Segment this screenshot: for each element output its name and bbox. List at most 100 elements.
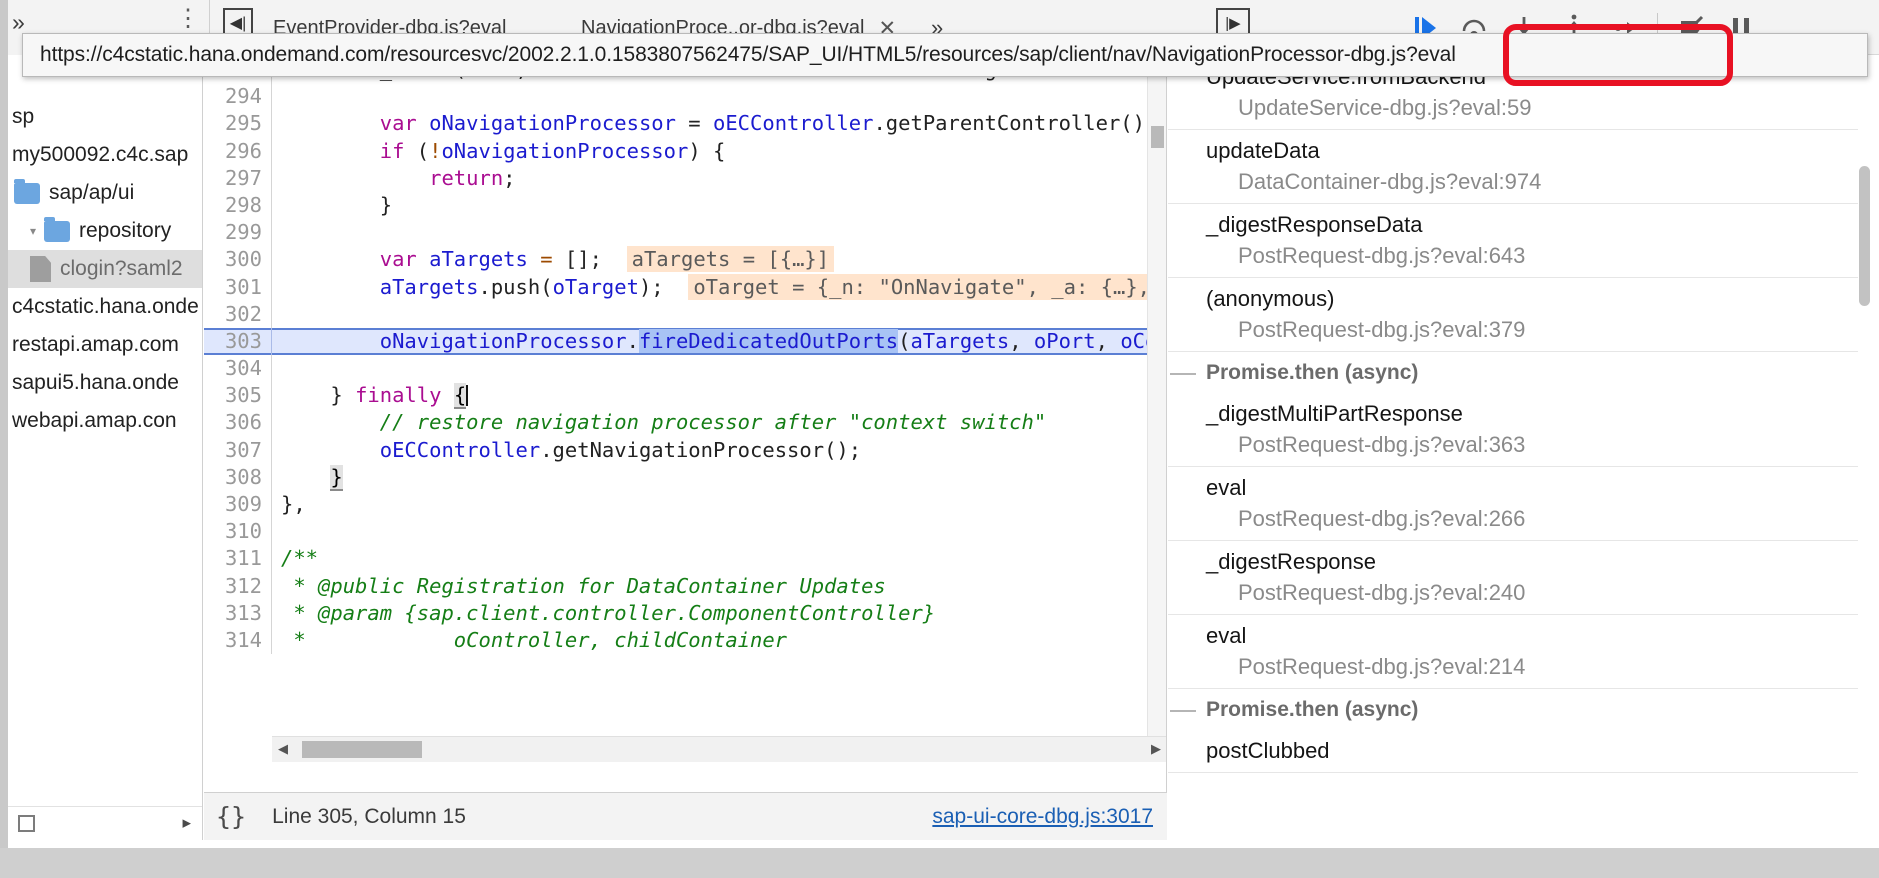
code-text[interactable]: if (!oNavigationProcessor) {	[272, 138, 1166, 165]
navigator-file-tree[interactable]: sp my500092.c4c.sap sap/ap/ui ▾ repository cl…	[8, 56, 203, 840]
code-text[interactable]: } finally {	[272, 382, 1166, 410]
line-number[interactable]: 308	[204, 463, 272, 491]
call-stack-frame[interactable]: updateData DataContainer-dbg.js?eval:974	[1168, 130, 1871, 204]
code-text[interactable]: oNavigationProcessor.fireDedicatedOutPor…	[272, 328, 1166, 355]
code-line[interactable]: 294	[204, 83, 1166, 111]
scroll-right-icon[interactable]: ▶	[1151, 741, 1161, 757]
code-text[interactable]: }	[272, 192, 1166, 219]
sidebar-item[interactable]: ▾ repository	[8, 212, 202, 250]
line-number[interactable]: 299	[204, 219, 272, 247]
code-text[interactable]: * @param {sap.client.controller.Componen…	[272, 600, 1166, 627]
line-number[interactable]: 309	[204, 491, 272, 519]
code-line[interactable]: 311 /**	[204, 545, 1166, 573]
line-number[interactable]: 305	[204, 382, 272, 410]
sidebar-item[interactable]: clogin?saml2	[8, 250, 202, 288]
code-line[interactable]: 300 var aTargets = []; aTargets = [{…}]	[204, 246, 1166, 274]
code-text[interactable]	[272, 219, 1166, 246]
code-line[interactable]: 304	[204, 355, 1166, 383]
code-text[interactable]: /**	[272, 545, 1166, 572]
code-line[interactable]: 310	[204, 518, 1166, 546]
scroll-left-icon[interactable]: ◀	[278, 741, 288, 757]
code-line[interactable]: 297 return;	[204, 164, 1166, 192]
code-line[interactable]: 308 }	[204, 463, 1166, 491]
call-stack-scroll-thumb[interactable]	[1859, 166, 1870, 306]
code-line[interactable]: 296 if (!oNavigationProcessor) {	[204, 137, 1166, 165]
line-number[interactable]: 307	[204, 436, 272, 464]
line-number[interactable]: 310	[204, 518, 272, 546]
code-line[interactable]: 312 * @public Registration for DataConta…	[204, 572, 1166, 600]
chevrons-right-icon[interactable]: »	[12, 8, 25, 36]
code-text[interactable]: },	[272, 491, 1166, 518]
editor-horizontal-scroll-thumb[interactable]	[302, 741, 422, 758]
sidebar-item[interactable]: sap/ap/ui	[8, 174, 202, 212]
code-line[interactable]: 313 * @param {sap.client.controller.Comp…	[204, 599, 1166, 627]
source-code-editor[interactable]: 293 _trace(INFO, "CALLBACK ENTERED " + o…	[204, 56, 1167, 792]
pretty-print-button[interactable]: {}	[216, 802, 246, 831]
code-line[interactable]: 305 } finally {	[204, 382, 1166, 410]
tree-disclosure-icon[interactable]: ▾	[30, 224, 43, 238]
sidebar-item[interactable]: my500092.c4c.sap	[8, 136, 202, 174]
call-stack-frame[interactable]: _digestResponse PostRequest-dbg.js?eval:2…	[1168, 541, 1871, 615]
call-stack-frame[interactable]: eval PostRequest-dbg.js?eval:214	[1168, 615, 1871, 689]
line-number[interactable]: 298	[204, 191, 272, 220]
code-line-current-execution[interactable]: 303 oNavigationProcessor.fireDedicatedOu…	[204, 327, 1166, 356]
code-text[interactable]: * oController, childContainer	[272, 627, 1166, 654]
line-number[interactable]: 314	[204, 626, 272, 655]
line-number[interactable]: 301	[204, 273, 272, 301]
sidebar-item[interactable]: webapi.amap.con	[8, 402, 202, 440]
line-number[interactable]: 312	[204, 572, 272, 600]
call-stack-scrollbar[interactable]	[1858, 56, 1871, 840]
line-number[interactable]: 297	[204, 164, 272, 192]
code-text[interactable]	[272, 518, 1166, 545]
code-line[interactable]: 314 * oController, childContainer	[204, 626, 1166, 655]
editor-vertical-scroll-thumb[interactable]	[1151, 126, 1164, 148]
call-stack-frame[interactable]: postClubbed	[1168, 730, 1871, 773]
code-text[interactable]: aTargets.push(oTarget); oTarget = {_n: "…	[272, 273, 1166, 301]
call-stack-frame-location[interactable]: PostRequest-dbg.js?eval:379	[1206, 314, 1871, 345]
line-number[interactable]: 296	[204, 137, 272, 165]
code-line[interactable]: 299	[204, 219, 1166, 247]
call-stack-frame[interactable]: _digestResponseData PostRequest-dbg.js?ev…	[1168, 204, 1871, 278]
code-line[interactable]: 309},	[204, 491, 1166, 519]
code-text[interactable]: * @public Registration for DataContainer…	[272, 573, 1166, 600]
code-text[interactable]	[272, 83, 1166, 110]
sidebar-item[interactable]: restapi.amap.com	[8, 326, 202, 364]
stop-square-icon[interactable]	[18, 815, 35, 832]
code-line[interactable]: 295 var oNavigationProcessor = oECContro…	[204, 110, 1166, 138]
code-line[interactable]: 298 }	[204, 191, 1166, 220]
sidebar-item[interactable]: sapui5.hana.onde	[8, 364, 202, 402]
chevron-right-icon[interactable]: ▸	[182, 813, 191, 833]
call-stack-panel[interactable]: UpdateService.fromBackendUpdateService-d…	[1168, 56, 1871, 840]
call-stack-frame-location[interactable]: PostRequest-dbg.js?eval:643	[1206, 240, 1871, 271]
call-stack-frame-location[interactable]: UpdateService-dbg.js?eval:59	[1206, 92, 1871, 123]
sidebar-item[interactable]: sp	[8, 98, 202, 136]
line-number[interactable]: 303	[204, 327, 272, 356]
code-text[interactable]: // restore navigation processor after "c…	[272, 409, 1166, 436]
line-number[interactable]: 295	[204, 110, 272, 138]
line-number[interactable]: 304	[204, 355, 272, 383]
call-stack-frame-location[interactable]: PostRequest-dbg.js?eval:363	[1206, 429, 1871, 460]
code-text[interactable]	[272, 355, 1166, 382]
editor-horizontal-scrollbar[interactable]: ◀ ▶	[272, 736, 1166, 762]
code-line[interactable]: 302	[204, 300, 1166, 328]
editor-vertical-scrollbar[interactable]: ▲ ▼	[1147, 56, 1166, 762]
line-number[interactable]: 294	[204, 83, 272, 111]
code-line[interactable]: 301 aTargets.push(oTarget); oTarget = {_…	[204, 273, 1166, 301]
call-stack-frame-location[interactable]: DataContainer-dbg.js?eval:974	[1206, 166, 1871, 197]
line-number[interactable]: 302	[204, 300, 272, 328]
line-number[interactable]: 300	[204, 246, 272, 274]
code-line[interactable]: 306 // restore navigation processor afte…	[204, 409, 1166, 437]
code-line[interactable]: 307 oECController.getNavigationProcessor…	[204, 436, 1166, 464]
line-number[interactable]: 311	[204, 545, 272, 573]
call-stack-frame[interactable]: _digestMultiPartResponse PostRequest-dbg.…	[1168, 393, 1871, 467]
call-stack-frame[interactable]: eval PostRequest-dbg.js?eval:266	[1168, 467, 1871, 541]
code-text[interactable]: }	[272, 464, 1166, 491]
sidebar-item[interactable]: c4cstatic.hana.onde	[8, 288, 202, 326]
code-text[interactable]: var aTargets = []; aTargets = [{…}]	[272, 246, 1166, 273]
code-text[interactable]	[272, 301, 1166, 328]
code-text[interactable]: var oNavigationProcessor = oECController…	[272, 110, 1166, 137]
code-text[interactable]: return;	[272, 165, 1166, 192]
code-lines-container[interactable]: 293 _trace(INFO, "CALLBACK ENTERED " + o…	[204, 56, 1166, 762]
code-text[interactable]: oECController.getNavigationProcessor();	[272, 437, 1166, 464]
line-number[interactable]: 313	[204, 599, 272, 627]
